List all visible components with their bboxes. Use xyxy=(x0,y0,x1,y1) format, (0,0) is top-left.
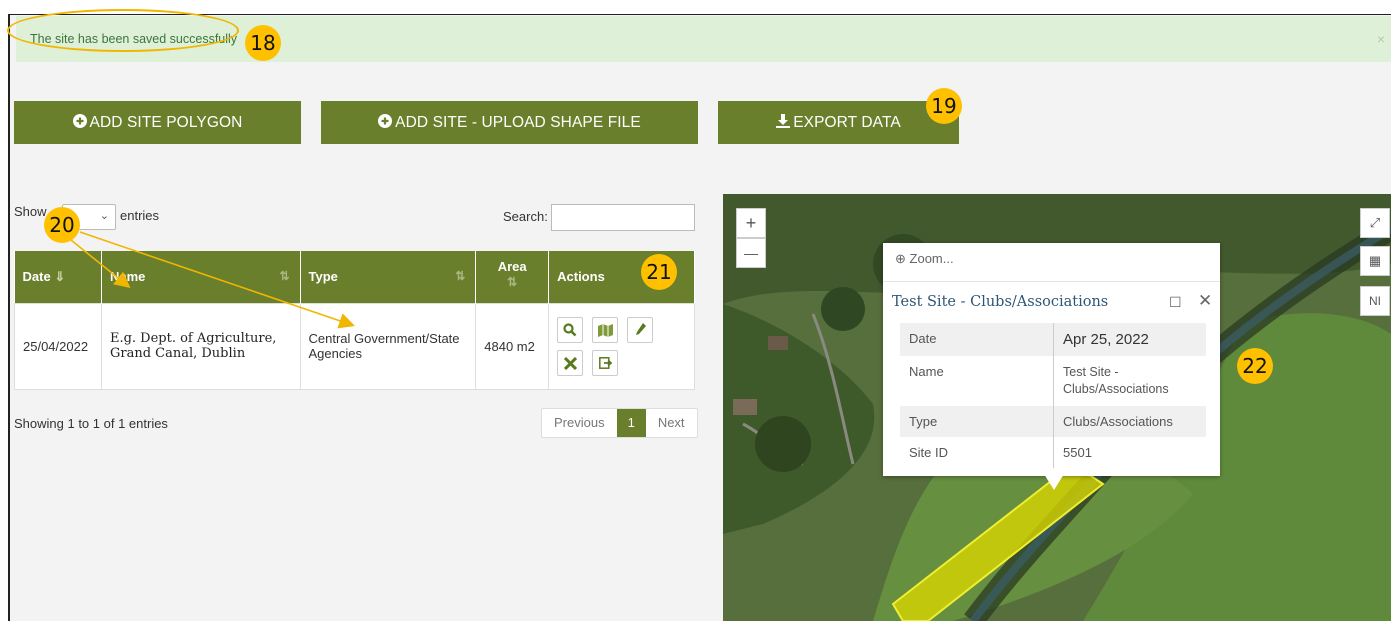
cell-type: Central Government/State Agencies xyxy=(299,302,477,390)
popup-divider xyxy=(883,281,1220,282)
fullscreen-icon[interactable]: ⤢ xyxy=(1360,208,1390,238)
attr-value: Test Site - Clubs/Associations xyxy=(1053,356,1206,406)
export-data-label: EXPORT DATA xyxy=(793,114,901,131)
entries-label: entries xyxy=(120,208,160,223)
attr-key: Name xyxy=(909,364,944,379)
attr-key: Date xyxy=(909,331,937,346)
add-site-upload-label: ADD SITE - UPLOAD SHAPE FILE xyxy=(395,114,641,131)
qr-code-icon[interactable]: ▦ xyxy=(1360,246,1390,276)
sort-icon: ⇅ xyxy=(279,269,290,283)
cell-area: 4840 m2 xyxy=(475,302,550,390)
header-date-label: Date xyxy=(22,268,51,284)
ni-toggle-button[interactable]: NI xyxy=(1360,286,1390,316)
add-site-upload-button[interactable]: ADD SITE - UPLOAD SHAPE FILE xyxy=(321,101,698,144)
add-site-polygon-label: ADD SITE POLYGON xyxy=(89,114,243,131)
sort-icon: ⇅ xyxy=(455,269,466,283)
header-area-label: Area xyxy=(497,259,527,274)
page-1-button[interactable]: 1 xyxy=(616,409,646,437)
plus-circle-icon xyxy=(378,101,393,144)
popup-zoom-link[interactable]: ⊕ Zoom... xyxy=(895,251,954,267)
export-data-button[interactable]: EXPORT DATA xyxy=(718,101,959,144)
share-export-icon[interactable] xyxy=(592,349,619,376)
annotation-badge-19: 19 xyxy=(926,88,962,124)
search-input[interactable] xyxy=(551,204,695,231)
close-icon[interactable]: ✕ xyxy=(1198,291,1212,311)
delete-icon[interactable] xyxy=(557,349,584,376)
next-page-button[interactable]: Next xyxy=(646,409,697,437)
attr-row: Name Test Site - Clubs/Associations xyxy=(900,356,1206,406)
cell-name: E.g. Dept. of Agriculture, Grand Canal, … xyxy=(100,302,301,390)
attr-row: Date Apr 25, 2022 xyxy=(900,323,1206,356)
cell-date: 25/04/2022 xyxy=(14,302,102,390)
header-type-label: Type xyxy=(308,269,338,285)
dock-icon[interactable]: ☐ xyxy=(1169,294,1182,311)
popup-zoom-label: Zoom... xyxy=(909,251,954,266)
col-type[interactable]: Type ⇅ xyxy=(300,251,477,303)
show-label: Show xyxy=(14,204,47,219)
table-row: 25/04/2022 E.g. Dept. of Agriculture, Gr… xyxy=(14,302,695,390)
edit-pencil-icon[interactable] xyxy=(627,316,654,343)
sort-active-icon: ⇓ xyxy=(54,268,66,284)
map-icon[interactable] xyxy=(592,316,619,343)
sort-icon: ⇅ xyxy=(507,275,518,289)
add-site-polygon-button[interactable]: ADD SITE POLYGON xyxy=(14,101,301,144)
alert-close-icon[interactable]: × xyxy=(1377,16,1385,62)
header-actions-label: Actions xyxy=(557,269,605,285)
popup-title: Test Site - Clubs/Associations xyxy=(892,294,1109,310)
col-name[interactable]: Name ⇅ xyxy=(101,251,301,303)
sites-table: Date ⇓ Name ⇅ Type ⇅ Area ⇅ Actions 25/04/2… xyxy=(14,251,695,390)
zoom-in-button[interactable]: + xyxy=(736,208,766,238)
cell-actions xyxy=(548,302,695,390)
site-popup: ⊕ Zoom... Test Site - Clubs/Associations… xyxy=(883,243,1220,476)
attr-key: Site ID xyxy=(909,445,949,460)
attr-row: Site ID 5501 xyxy=(900,437,1206,468)
annotation-badge-18: 18 xyxy=(245,25,281,61)
plus-circle-icon xyxy=(72,101,87,144)
popup-attributes: Date Apr 25, 2022 Name Test Site - Clubs/A… xyxy=(900,323,1206,468)
attr-value: Apr 25, 2022 xyxy=(1053,323,1206,356)
col-area[interactable]: Area ⇅ xyxy=(475,251,550,303)
annotation-ring xyxy=(7,9,239,52)
attr-key: Type xyxy=(909,414,938,429)
attr-row: Type Clubs/Associations xyxy=(900,406,1206,437)
annotation-badge-21: 21 xyxy=(641,254,677,290)
zoom-icon: ⊕ xyxy=(895,251,906,266)
download-icon xyxy=(776,101,791,144)
search-label: Search: xyxy=(503,209,548,224)
popup-pointer xyxy=(1044,474,1064,490)
zoom-search-icon[interactable] xyxy=(557,316,584,343)
col-date[interactable]: Date ⇓ xyxy=(14,251,102,303)
table-info: Showing 1 to 1 of 1 entries xyxy=(14,416,168,431)
header-name-label: Name xyxy=(109,269,146,285)
previous-page-button[interactable]: Previous xyxy=(542,409,617,437)
annotation-badge-20: 20 xyxy=(44,207,80,243)
pagination: Previous 1 Next xyxy=(541,408,698,438)
attr-value: Clubs/Associations xyxy=(1053,406,1206,437)
zoom-out-button[interactable]: — xyxy=(736,238,766,268)
chevron-down-icon: ⌄ xyxy=(99,210,109,222)
annotation-badge-22: 22 xyxy=(1237,348,1273,384)
attr-value: 5501 xyxy=(1053,437,1206,468)
